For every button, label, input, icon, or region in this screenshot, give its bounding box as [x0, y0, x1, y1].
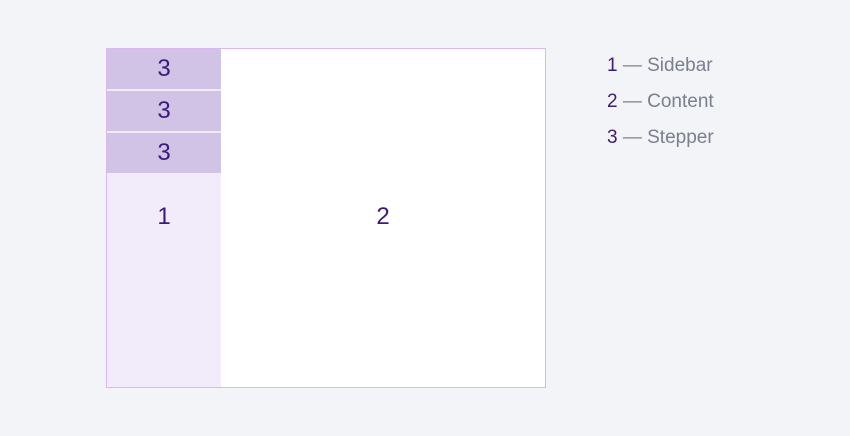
- legend-number: 2: [607, 91, 618, 112]
- legend-item-stepper: 3 — Stepper: [607, 126, 714, 162]
- legend-number: 3: [607, 127, 618, 148]
- stepper-block: 3: [107, 133, 221, 173]
- legend-text: — Content: [617, 91, 714, 112]
- stepper-number: 3: [157, 97, 171, 124]
- stepper-block: 3: [107, 91, 221, 131]
- legend: 1 — Sidebar 2 — Content 3 — Stepper: [607, 54, 714, 162]
- legend-number: 1: [607, 55, 618, 76]
- layout-frame: 3 3 3 1 2: [106, 48, 546, 388]
- legend-text: — Stepper: [617, 127, 714, 148]
- content-number: 2: [376, 203, 390, 230]
- stepper-number: 3: [157, 139, 171, 166]
- legend-item-content: 2 — Content: [607, 90, 714, 126]
- sidebar-number: 1: [157, 203, 171, 230]
- sidebar-region: 3 3 3 1: [107, 49, 221, 387]
- legend-text: — Sidebar: [617, 55, 713, 76]
- legend-item-sidebar: 1 — Sidebar: [607, 54, 714, 90]
- stepper-number: 3: [157, 55, 171, 82]
- stepper-block: 3: [107, 49, 221, 89]
